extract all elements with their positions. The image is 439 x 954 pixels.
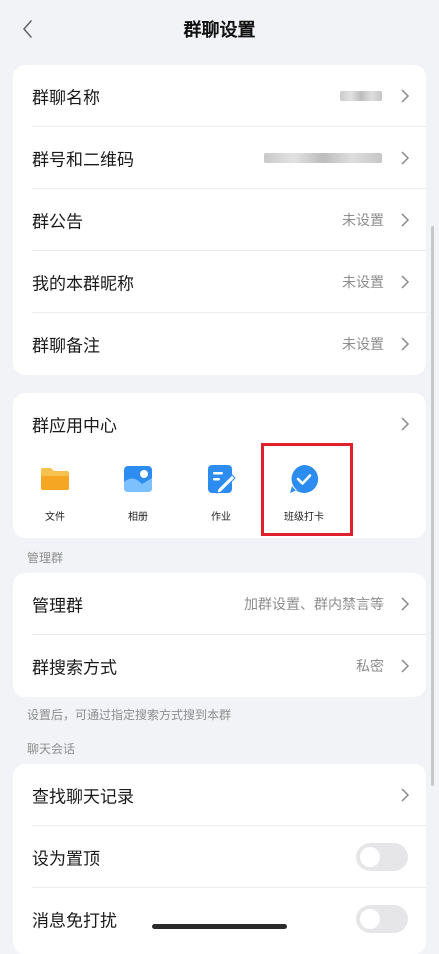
chevron-right-icon: [401, 597, 410, 611]
pin-to-top-row: 设为置顶: [13, 826, 426, 888]
chevron-right-icon: [401, 213, 410, 227]
group-remark-value: 未设置: [342, 337, 384, 353]
top-navbar: 群聊设置: [0, 0, 439, 58]
toggle-knob: [360, 909, 380, 929]
group-remark-row[interactable]: 群聊备注 未设置: [13, 313, 426, 375]
photo-album-icon: [124, 466, 152, 492]
pin-to-top-toggle[interactable]: [356, 843, 408, 871]
app-homework[interactable]: 作业: [191, 462, 251, 523]
chevron-right-icon: [401, 151, 410, 165]
chevron-right-icon: [401, 659, 410, 673]
chevron-right-icon: [401, 417, 410, 431]
search-chat-history-label: 查找聊天记录: [32, 787, 134, 808]
group-announcement-row[interactable]: 群公告 未设置: [13, 189, 426, 251]
blurred-group-name: [340, 91, 382, 101]
do-not-disturb-toggle[interactable]: [356, 905, 408, 933]
group-search-method-row[interactable]: 群搜索方式 私密: [13, 635, 426, 697]
scrollbar[interactable]: [431, 226, 434, 786]
app-center-row[interactable]: 群应用中心: [13, 393, 426, 455]
chevron-right-icon: [401, 788, 410, 802]
chevron-right-icon: [401, 89, 410, 103]
group-name-row[interactable]: 群聊名称: [13, 65, 426, 127]
chevron-right-icon: [401, 275, 410, 289]
app-album-label: 相册: [128, 512, 148, 523]
manage-card: 管理群 加群设置、群内禁言等 群搜索方式 私密: [13, 573, 426, 697]
group-info-card: 群聊名称 群号和二维码 群公告 未设置 我的本群昵称 未设置 群聊备注 未设置: [13, 65, 426, 375]
manage-group-label: 管理群: [32, 596, 83, 617]
search-hint: 设置后，可通过指定搜索方式搜到本群: [27, 708, 232, 722]
my-group-nickname-label: 我的本群昵称: [32, 274, 134, 295]
do-not-disturb-label: 消息免打扰: [32, 911, 117, 932]
highlight-box: [261, 443, 353, 536]
home-indicator[interactable]: [152, 924, 287, 929]
do-not-disturb-row: 消息免打扰: [13, 888, 426, 950]
my-group-nickname-row[interactable]: 我的本群昵称 未设置: [13, 251, 426, 313]
app-homework-label: 作业: [211, 512, 231, 523]
group-announcement-label: 群公告: [32, 212, 83, 233]
app-album[interactable]: 相册: [108, 462, 168, 523]
folder-icon: [41, 468, 69, 490]
group-name-label: 群聊名称: [32, 88, 100, 109]
group-number-qrcode-row[interactable]: 群号和二维码: [13, 127, 426, 189]
chevron-right-icon: [401, 337, 410, 351]
group-announcement-value: 未设置: [342, 213, 384, 229]
homework-icon: [208, 465, 236, 494]
manage-group-row[interactable]: 管理群 加群设置、群内禁言等: [13, 573, 426, 635]
pin-to-top-label: 设为置顶: [32, 849, 100, 870]
group-number-label: 群号和二维码: [32, 150, 134, 171]
group-remark-label: 群聊备注: [32, 336, 100, 357]
app-file[interactable]: 文件: [25, 462, 85, 523]
manage-section-label: 管理群: [27, 551, 64, 565]
manage-group-value: 加群设置、群内禁言等: [244, 597, 384, 613]
blurred-group-number: [264, 153, 382, 163]
app-file-label: 文件: [45, 512, 65, 523]
app-center-title: 群应用中心: [32, 416, 117, 437]
toggle-knob: [360, 847, 380, 867]
group-search-method-label: 群搜索方式: [32, 658, 117, 679]
my-group-nickname-value: 未设置: [342, 275, 384, 291]
group-search-method-value: 私密: [356, 659, 384, 675]
page-title: 群聊设置: [183, 20, 256, 41]
search-chat-history-row[interactable]: 查找聊天记录: [13, 764, 426, 826]
chat-section-label: 聊天会话: [27, 742, 76, 756]
